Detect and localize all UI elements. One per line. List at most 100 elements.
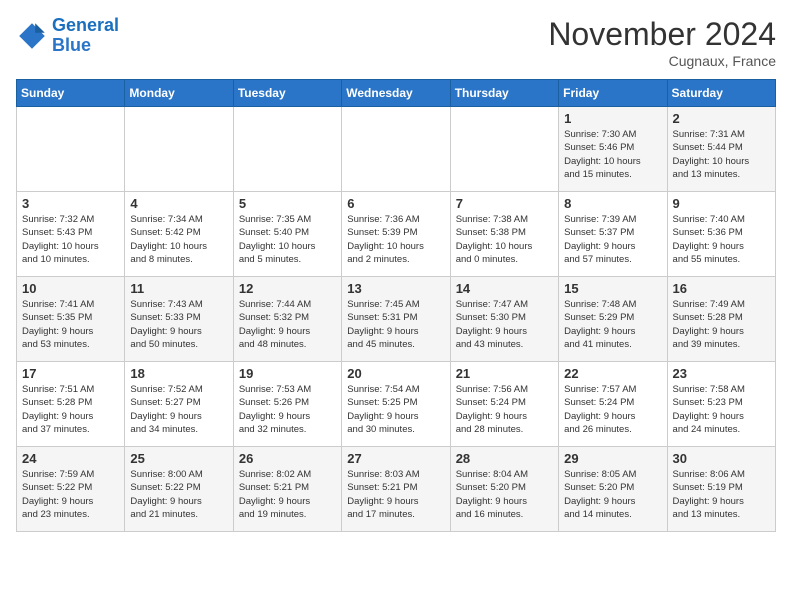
logo-icon <box>16 20 48 52</box>
calendar-cell-w1-d4: 7Sunrise: 7:38 AM Sunset: 5:38 PM Daylig… <box>450 192 558 277</box>
page-header: General Blue November 2024 Cugnaux, Fran… <box>16 16 776 69</box>
calendar-cell-w4-d6: 30 Sunrise: 8:06 AM Sunset: 5:19 PM Dayli… <box>667 447 775 532</box>
day-number: 13 <box>347 281 444 296</box>
day-number: 30 <box>673 451 770 466</box>
day-info: Sunrise: 7:32 AM Sunset: 5:43 PM Dayligh… <box>22 213 119 266</box>
day-info: Sunrise: 7:58 AM Sunset: 5:23 PM Dayligh… <box>673 383 770 436</box>
day-number: 18 <box>130 366 227 381</box>
day-info: Sunrise: 8:00 AM Sunset: 5:22 PM Dayligh… <box>130 468 227 521</box>
logo-blue: Blue <box>52 36 119 56</box>
day-number: 4 <box>130 196 227 211</box>
day-number: 17 <box>22 366 119 381</box>
calendar-cell-w4-d4: 28 Sunrise: 8:04 AM Sunset: 5:20 PM Dayli… <box>450 447 558 532</box>
calendar-cell-w0-d0 <box>17 107 125 192</box>
day-number: 29 <box>564 451 661 466</box>
calendar-cell-w4-d2: 26 Sunrise: 8:02 AM Sunset: 5:21 PM Dayli… <box>233 447 341 532</box>
day-info: Sunrise: 7:47 AM Sunset: 5:30 PM Dayligh… <box>456 298 553 351</box>
day-number: 28 <box>456 451 553 466</box>
day-number: 22 <box>564 366 661 381</box>
day-number: 21 <box>456 366 553 381</box>
day-number: 12 <box>239 281 336 296</box>
calendar-cell-w2-d6: 16 Sunrise: 7:49 AM Sunset: 5:28 PM Dayli… <box>667 277 775 362</box>
calendar-cell-w3-d4: 21Sunrise: 7:56 AM Sunset: 5:24 PM Dayli… <box>450 362 558 447</box>
header-thursday: Thursday <box>450 80 558 107</box>
calendar-cell-w0-d4 <box>450 107 558 192</box>
calendar-cell-w0-d6: 2 Sunrise: 7:31 AM Sunset: 5:44 PM Daylig… <box>667 107 775 192</box>
calendar-cell-w3-d2: 19Sunrise: 7:53 AM Sunset: 5:26 PM Dayli… <box>233 362 341 447</box>
day-number: 26 <box>239 451 336 466</box>
day-number: 11 <box>130 281 227 296</box>
day-number: 8 <box>564 196 661 211</box>
calendar-cell-w4-d0: 24 Sunrise: 7:59 AM Sunset: 5:22 PM Dayli… <box>17 447 125 532</box>
calendar-cell-w1-d5: 8Sunrise: 7:39 AM Sunset: 5:37 PM Daylig… <box>559 192 667 277</box>
calendar-week-2: 10Sunrise: 7:41 AM Sunset: 5:35 PM Dayli… <box>17 277 776 362</box>
calendar-cell-w1-d3: 6Sunrise: 7:36 AM Sunset: 5:39 PM Daylig… <box>342 192 450 277</box>
calendar-cell-w2-d1: 11Sunrise: 7:43 AM Sunset: 5:33 PM Dayli… <box>125 277 233 362</box>
calendar-cell-w3-d1: 18 Sunrise: 7:52 AM Sunset: 5:27 PM Dayli… <box>125 362 233 447</box>
header-sunday: Sunday <box>17 80 125 107</box>
calendar-table: Sunday Monday Tuesday Wednesday Thursday… <box>16 79 776 532</box>
day-info: Sunrise: 8:02 AM Sunset: 5:21 PM Dayligh… <box>239 468 336 521</box>
header-saturday: Saturday <box>667 80 775 107</box>
logo-general: General <box>52 15 119 35</box>
day-number: 27 <box>347 451 444 466</box>
day-info: Sunrise: 7:34 AM Sunset: 5:42 PM Dayligh… <box>130 213 227 266</box>
calendar-cell-w2-d3: 13 Sunrise: 7:45 AM Sunset: 5:31 PM Dayli… <box>342 277 450 362</box>
day-info: Sunrise: 8:04 AM Sunset: 5:20 PM Dayligh… <box>456 468 553 521</box>
calendar-cell-w4-d1: 25 Sunrise: 8:00 AM Sunset: 5:22 PM Dayli… <box>125 447 233 532</box>
calendar-cell-w2-d2: 12Sunrise: 7:44 AM Sunset: 5:32 PM Dayli… <box>233 277 341 362</box>
header-friday: Friday <box>559 80 667 107</box>
day-info: Sunrise: 7:45 AM Sunset: 5:31 PM Dayligh… <box>347 298 444 351</box>
calendar-cell-w1-d0: 3 Sunrise: 7:32 AM Sunset: 5:43 PM Daylig… <box>17 192 125 277</box>
day-info: Sunrise: 7:48 AM Sunset: 5:29 PM Dayligh… <box>564 298 661 351</box>
calendar-cell-w0-d5: 1 Sunrise: 7:30 AM Sunset: 5:46 PM Daylig… <box>559 107 667 192</box>
day-number: 24 <box>22 451 119 466</box>
day-number: 20 <box>347 366 444 381</box>
logo: General Blue <box>16 16 119 56</box>
title-block: November 2024 Cugnaux, France <box>548 16 776 69</box>
day-number: 25 <box>130 451 227 466</box>
day-info: Sunrise: 7:36 AM Sunset: 5:39 PM Dayligh… <box>347 213 444 266</box>
calendar-header: Sunday Monday Tuesday Wednesday Thursday… <box>17 80 776 107</box>
month-title: November 2024 <box>548 16 776 53</box>
calendar-cell-w4-d5: 29Sunrise: 8:05 AM Sunset: 5:20 PM Dayli… <box>559 447 667 532</box>
calendar-cell-w0-d1 <box>125 107 233 192</box>
calendar-cell-w3-d5: 22 Sunrise: 7:57 AM Sunset: 5:24 PM Dayli… <box>559 362 667 447</box>
day-number: 19 <box>239 366 336 381</box>
calendar-body: 1 Sunrise: 7:30 AM Sunset: 5:46 PM Daylig… <box>17 107 776 532</box>
calendar-cell-w3-d0: 17 Sunrise: 7:51 AM Sunset: 5:28 PM Dayli… <box>17 362 125 447</box>
day-info: Sunrise: 8:06 AM Sunset: 5:19 PM Dayligh… <box>673 468 770 521</box>
calendar-week-3: 17 Sunrise: 7:51 AM Sunset: 5:28 PM Dayli… <box>17 362 776 447</box>
day-info: Sunrise: 7:51 AM Sunset: 5:28 PM Dayligh… <box>22 383 119 436</box>
day-number: 10 <box>22 281 119 296</box>
day-number: 9 <box>673 196 770 211</box>
day-number: 15 <box>564 281 661 296</box>
calendar-cell-w3-d6: 23Sunrise: 7:58 AM Sunset: 5:23 PM Dayli… <box>667 362 775 447</box>
day-number: 3 <box>22 196 119 211</box>
calendar-week-0: 1 Sunrise: 7:30 AM Sunset: 5:46 PM Daylig… <box>17 107 776 192</box>
day-info: Sunrise: 7:59 AM Sunset: 5:22 PM Dayligh… <box>22 468 119 521</box>
calendar-cell-w0-d2 <box>233 107 341 192</box>
day-number: 1 <box>564 111 661 126</box>
day-info: Sunrise: 7:40 AM Sunset: 5:36 PM Dayligh… <box>673 213 770 266</box>
day-number: 2 <box>673 111 770 126</box>
header-monday: Monday <box>125 80 233 107</box>
calendar-week-1: 3 Sunrise: 7:32 AM Sunset: 5:43 PM Daylig… <box>17 192 776 277</box>
calendar-cell-w1-d1: 4 Sunrise: 7:34 AM Sunset: 5:42 PM Daylig… <box>125 192 233 277</box>
calendar-cell-w1-d6: 9 Sunrise: 7:40 AM Sunset: 5:36 PM Daylig… <box>667 192 775 277</box>
header-row: Sunday Monday Tuesday Wednesday Thursday… <box>17 80 776 107</box>
calendar-cell-w3-d3: 20 Sunrise: 7:54 AM Sunset: 5:25 PM Dayli… <box>342 362 450 447</box>
day-info: Sunrise: 7:38 AM Sunset: 5:38 PM Dayligh… <box>456 213 553 266</box>
logo-text: General Blue <box>52 16 119 56</box>
day-number: 16 <box>673 281 770 296</box>
day-number: 5 <box>239 196 336 211</box>
calendar-cell-w0-d3 <box>342 107 450 192</box>
day-info: Sunrise: 7:57 AM Sunset: 5:24 PM Dayligh… <box>564 383 661 436</box>
calendar-cell-w1-d2: 5 Sunrise: 7:35 AM Sunset: 5:40 PM Daylig… <box>233 192 341 277</box>
day-info: Sunrise: 7:52 AM Sunset: 5:27 PM Dayligh… <box>130 383 227 436</box>
day-info: Sunrise: 7:31 AM Sunset: 5:44 PM Dayligh… <box>673 128 770 181</box>
day-info: Sunrise: 7:54 AM Sunset: 5:25 PM Dayligh… <box>347 383 444 436</box>
day-info: Sunrise: 7:35 AM Sunset: 5:40 PM Dayligh… <box>239 213 336 266</box>
day-info: Sunrise: 7:30 AM Sunset: 5:46 PM Dayligh… <box>564 128 661 181</box>
day-info: Sunrise: 7:49 AM Sunset: 5:28 PM Dayligh… <box>673 298 770 351</box>
